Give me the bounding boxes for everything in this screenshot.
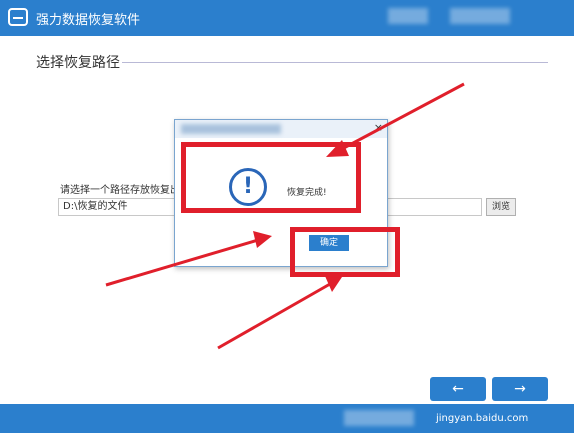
next-button[interactable]: → [492,377,548,401]
blurred-region [344,410,414,426]
blurred-region [450,8,510,24]
title-bar: 强力数据恢复软件 [0,0,574,36]
app-title: 强力数据恢复软件 [36,13,141,28]
close-icon[interactable]: × [374,121,383,134]
app-logo-icon [8,8,28,26]
browse-button[interactable]: 浏览 [486,198,516,216]
path-label: 请选择一个路径存放恢复出的文 [60,185,180,196]
annotation-arrowhead [325,276,342,292]
blurred-region [388,8,428,24]
blurred-dialog-title [181,124,281,134]
annotation-box-message [181,142,361,213]
section-title: 选择恢复路径 [36,55,120,71]
section-divider [122,62,548,63]
annotation-box-ok [290,227,400,277]
watermark: jingyan.baidu.com [436,413,529,424]
annotation-arrow [217,282,331,350]
back-button[interactable]: ← [430,377,486,401]
dialog-title-bar: × [175,120,387,138]
